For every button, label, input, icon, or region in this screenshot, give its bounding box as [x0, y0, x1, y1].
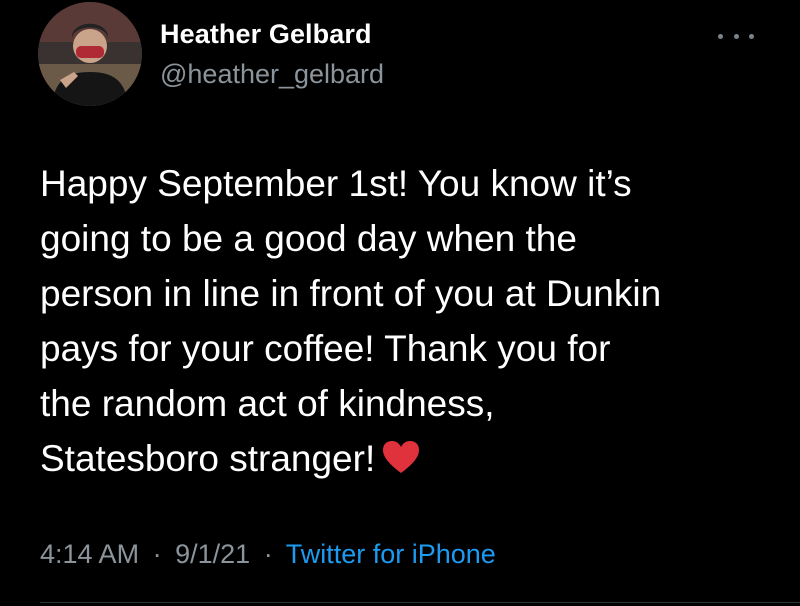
- more-dot: [749, 33, 754, 39]
- tweet-line: the random act of kindness,: [40, 383, 495, 424]
- tweet-card: Heather Gelbard @heather_gelbard Happy S…: [0, 0, 800, 606]
- tweet-line: Statesboro stranger!: [40, 438, 376, 479]
- red-heart-icon: [383, 441, 420, 473]
- tweet-text: Happy September 1st! You know it’s going…: [40, 156, 760, 486]
- separator-dot: ·: [263, 539, 273, 569]
- tweet-line: going to be a good day when the: [40, 218, 577, 259]
- separator-dot: ·: [152, 539, 162, 569]
- more-dot: [718, 33, 723, 39]
- avatar-image: [38, 2, 142, 106]
- tweet-line-last: Statesboro stranger!: [40, 431, 760, 486]
- display-name[interactable]: Heather Gelbard: [160, 19, 372, 50]
- tweet-line: Happy September 1st! You know it’s: [40, 163, 632, 204]
- tweet-time[interactable]: 4:14 AM: [40, 539, 139, 569]
- tweet-source-link[interactable]: Twitter for iPhone: [286, 539, 496, 569]
- tweet-meta: 4:14 AM · 9/1/21 · Twitter for iPhone: [40, 539, 496, 570]
- tweet-line: pays for your coffee! Thank you for: [40, 328, 611, 369]
- tweet-line: person in line in front of you at Dunkin: [40, 273, 662, 314]
- avatar[interactable]: [38, 2, 142, 106]
- user-handle[interactable]: @heather_gelbard: [160, 59, 384, 90]
- more-dot: [733, 33, 739, 39]
- tweet-date[interactable]: 9/1/21: [175, 539, 250, 569]
- divider: [40, 602, 800, 603]
- more-options-icon[interactable]: [718, 28, 754, 44]
